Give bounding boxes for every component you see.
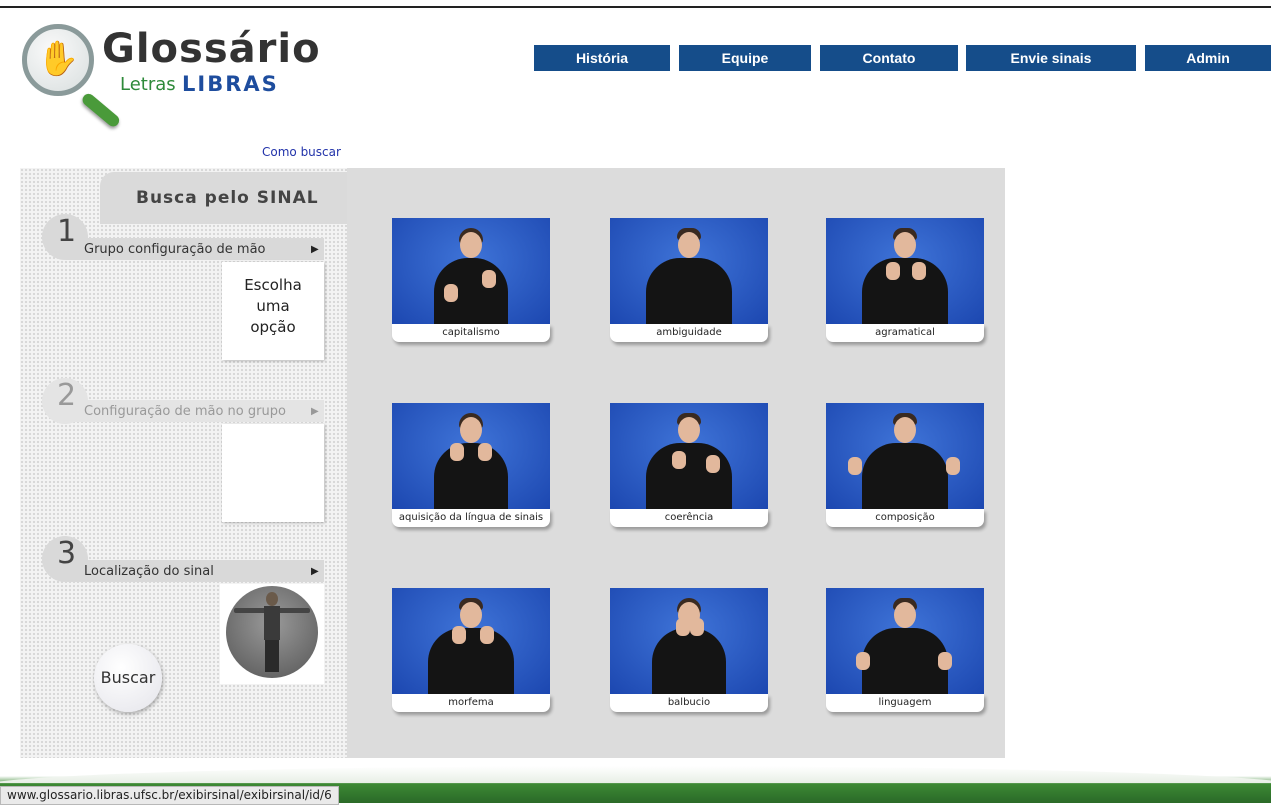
status-bar-url: www.glossario.libras.ufsc.br/exibirsinal… <box>0 786 339 805</box>
sign-caption: ambiguidade <box>610 324 768 342</box>
sign-card[interactable]: ambiguidade <box>610 218 768 342</box>
avatar-figure-icon <box>226 586 318 678</box>
sign-caption: aquisição da língua de sinais <box>392 509 550 527</box>
step-3-number: 3 <box>57 536 77 571</box>
step-2-arrow-icon[interactable]: ▶ <box>311 406 319 417</box>
choose-text-line-3: opção <box>250 318 296 336</box>
search-title: Busca pelo SINAL <box>136 188 319 208</box>
sign-video-thumbnail <box>392 588 550 694</box>
sign-caption: capitalismo <box>392 324 550 342</box>
search-button[interactable]: Buscar <box>94 644 162 712</box>
nav-historia[interactable]: História <box>534 45 670 71</box>
logo-subtitle-libras: LIBRAS <box>182 72 279 96</box>
step-1-number: 1 <box>57 214 77 249</box>
choose-text-line-1: Escolha <box>244 276 302 294</box>
nav-envie-sinais[interactable]: Envie sinais <box>966 45 1136 71</box>
nav-equipe[interactable]: Equipe <box>679 45 811 71</box>
magnifier-handle <box>80 91 122 129</box>
sign-video-thumbnail <box>610 588 768 694</box>
sign-caption: coerência <box>610 509 768 527</box>
magnifier-hand-icon: ✋ <box>22 24 94 96</box>
step-1-arrow-icon[interactable]: ▶ <box>311 244 319 255</box>
step-3-label: Localização do sinal <box>84 564 214 579</box>
step-1-label: Grupo configuração de mão <box>84 242 266 257</box>
sign-video-thumbnail <box>392 403 550 509</box>
step-2-number: 2 <box>57 378 77 413</box>
choose-option-text: Escolha uma opção <box>222 275 324 338</box>
sign-video-thumbnail <box>392 218 550 324</box>
sign-video-thumbnail <box>610 218 768 324</box>
body-location-selector[interactable] <box>220 584 324 684</box>
sign-card[interactable]: morfema <box>392 588 550 712</box>
sign-card[interactable]: balbucio <box>610 588 768 712</box>
sign-card[interactable]: capitalismo <box>392 218 550 342</box>
sign-caption: morfema <box>392 694 550 712</box>
sign-caption: balbucio <box>610 694 768 712</box>
site-logo[interactable]: ✋ Glossário Letras LIBRAS <box>18 20 328 130</box>
sign-caption: linguagem <box>826 694 984 712</box>
sign-video-thumbnail <box>826 403 984 509</box>
sign-video-thumbnail <box>826 588 984 694</box>
step-3-arrow-icon[interactable]: ▶ <box>311 566 319 577</box>
nav-contato[interactable]: Contato <box>820 45 958 71</box>
sign-card[interactable]: linguagem <box>826 588 984 712</box>
sign-caption: composição <box>826 509 984 527</box>
sign-card[interactable]: coerência <box>610 403 768 527</box>
logo-subtitle-letras: Letras <box>120 74 176 95</box>
sign-card[interactable]: agramatical <box>826 218 984 342</box>
choose-text-line-2: uma <box>256 297 290 315</box>
sign-card[interactable]: composição <box>826 403 984 527</box>
sign-caption: agramatical <box>826 324 984 342</box>
how-to-search-link[interactable]: Como buscar <box>262 145 341 159</box>
nav-admin[interactable]: Admin <box>1145 45 1271 71</box>
sign-video-thumbnail <box>610 403 768 509</box>
step-2-label: Configuração de mão no grupo <box>84 404 286 419</box>
sign-video-thumbnail <box>826 218 984 324</box>
logo-title: Glossário <box>102 26 321 72</box>
top-border <box>0 6 1271 8</box>
sign-card[interactable]: aquisição da língua de sinais <box>392 403 550 527</box>
step-2-options-box[interactable] <box>222 424 324 522</box>
